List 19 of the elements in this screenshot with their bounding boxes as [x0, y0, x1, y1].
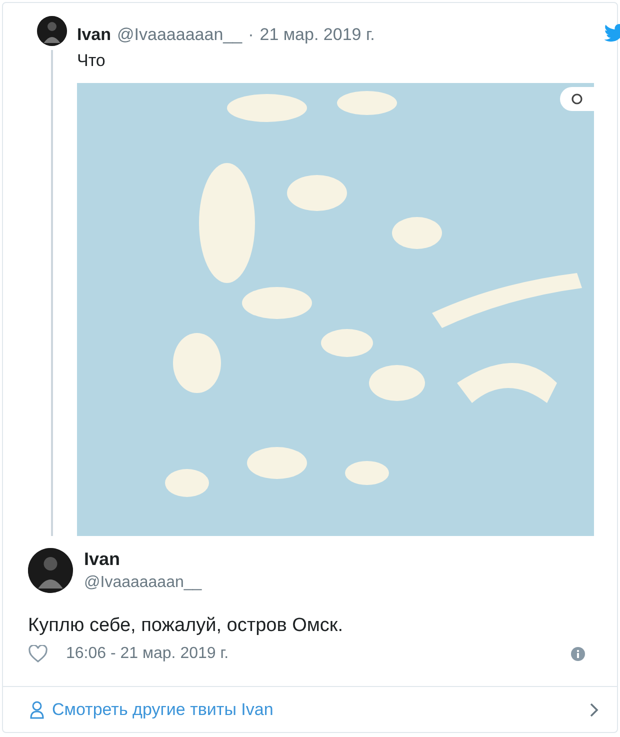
bird-icon[interactable] [604, 24, 620, 42]
tweet-text: Куплю себе, пожалуй, остров Омск. [28, 615, 344, 637]
info-icon[interactable] [571, 647, 585, 661]
avatar[interactable] [28, 548, 73, 593]
user-name[interactable]: Ivan [84, 549, 202, 570]
user-handle[interactable]: @Ivaaaaaaan__ [117, 25, 242, 45]
avatar[interactable] [37, 16, 67, 46]
user-name[interactable]: Ivan [77, 25, 112, 45]
tweet-timestamp[interactable]: 16:06 - 21 мар. 2019 г. [66, 645, 229, 663]
user-handle[interactable]: @Ivaaaaaaan__ [84, 574, 202, 592]
person-icon [30, 700, 44, 718]
heart-icon[interactable] [28, 645, 48, 663]
separator-dot: · [248, 25, 254, 45]
tweet-text: Что [77, 51, 106, 71]
more-tweets-link[interactable]: Смотреть другие твиты Ivan [30, 700, 274, 720]
map-control-button[interactable] [560, 87, 594, 111]
tweet-date[interactable]: 21 мар. 2019 г. [260, 25, 375, 45]
circle-icon [571, 93, 583, 105]
chevron-right-icon[interactable] [589, 702, 599, 718]
